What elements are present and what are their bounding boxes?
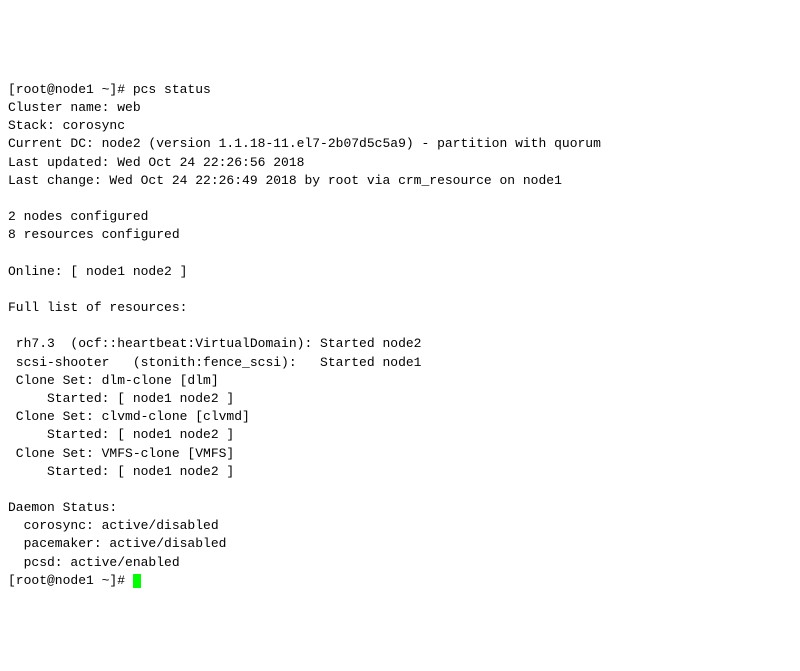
daemon-pacemaker: pacemaker: active/disabled <box>8 536 226 551</box>
clone-set-dlm: Clone Set: dlm-clone [dlm] <box>8 373 219 388</box>
resource-rh73: rh7.3 (ocf::heartbeat:VirtualDomain): St… <box>8 336 421 351</box>
clone-set-vmfs-started: Started: [ node1 node2 ] <box>8 464 234 479</box>
clone-set-clvmd-started: Started: [ node1 node2 ] <box>8 427 234 442</box>
resources-header: Full list of resources: <box>8 300 187 315</box>
daemon-corosync: corosync: active/disabled <box>8 518 219 533</box>
nodes-configured-line: 2 nodes configured <box>8 209 148 224</box>
clone-set-vmfs: Clone Set: VMFS-clone [VMFS] <box>8 446 234 461</box>
clone-set-clvmd: Clone Set: clvmd-clone [clvmd] <box>8 409 250 424</box>
terminal-output: [root@node1 ~]# pcs status Cluster name:… <box>8 82 601 588</box>
shell-prompt: [root@node1 ~]# <box>8 82 133 97</box>
resource-scsi-shooter: scsi-shooter (stonith:fence_scsi): Start… <box>8 355 421 370</box>
clone-set-dlm-started: Started: [ node1 node2 ] <box>8 391 234 406</box>
command-text: pcs status <box>133 82 211 97</box>
last-updated-line: Last updated: Wed Oct 24 22:26:56 2018 <box>8 155 304 170</box>
current-dc-line: Current DC: node2 (version 1.1.18-11.el7… <box>8 136 601 151</box>
stack-line: Stack: corosync <box>8 118 125 133</box>
cluster-name-line: Cluster name: web <box>8 100 141 115</box>
daemon-pcsd: pcsd: active/enabled <box>8 555 180 570</box>
last-change-line: Last change: Wed Oct 24 22:26:49 2018 by… <box>8 173 562 188</box>
resources-configured-line: 8 resources configured <box>8 227 180 242</box>
shell-prompt: [root@node1 ~]# <box>8 573 133 588</box>
cursor-icon[interactable] <box>133 574 141 588</box>
daemon-status-header: Daemon Status: <box>8 500 117 515</box>
online-nodes-line: Online: [ node1 node2 ] <box>8 264 187 279</box>
